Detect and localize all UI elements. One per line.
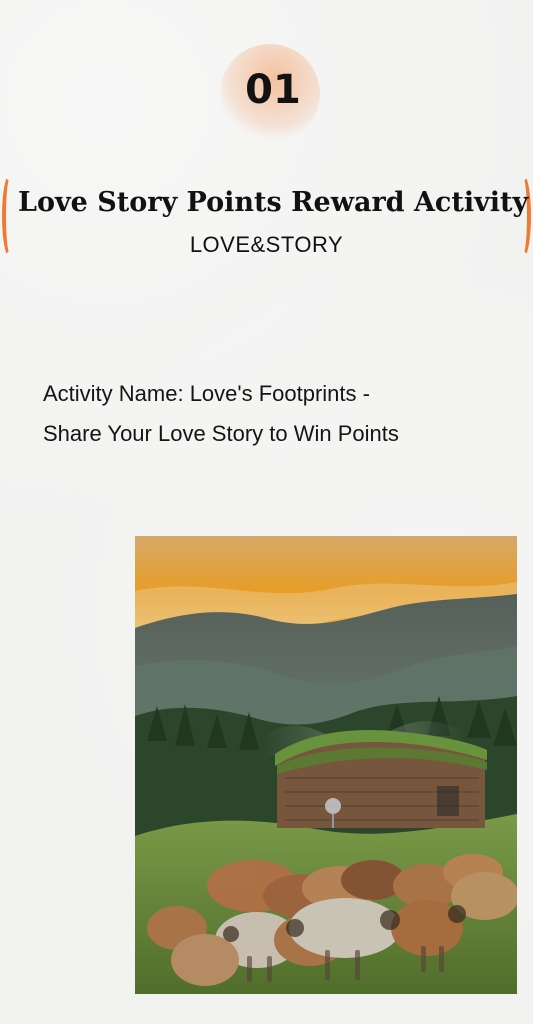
activity-photo	[135, 536, 517, 994]
section-number: 01	[245, 67, 301, 113]
page-subtitle: LOVE&STORY	[189, 232, 344, 257]
page-title: Love Story Points Reward Activity	[18, 187, 529, 218]
activity-description: Activity Name: Love's Footprints - Share…	[43, 381, 399, 446]
landscape-illustration	[135, 536, 517, 994]
